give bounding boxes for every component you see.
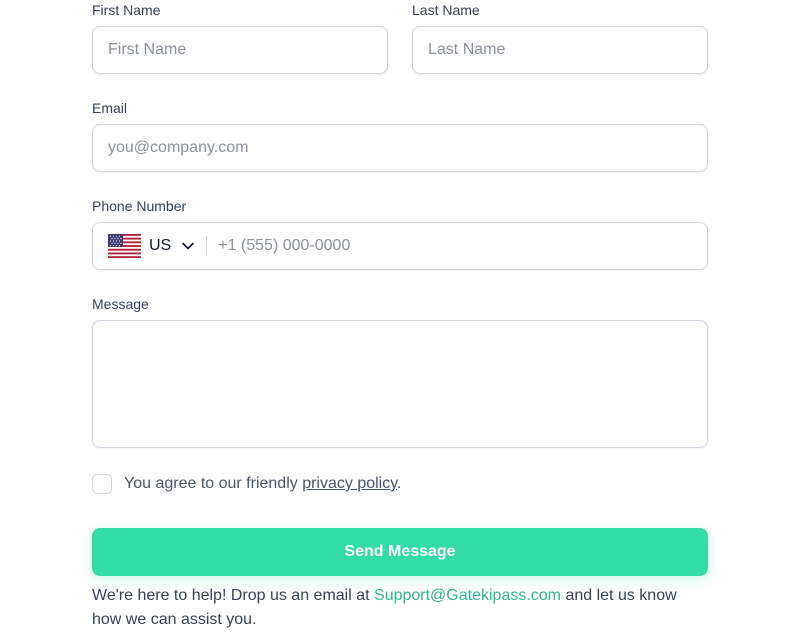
privacy-policy-link[interactable]: privacy policy [302,475,397,492]
email-label: Email [92,100,128,116]
message-label: Message [92,296,149,312]
name-row: First Name Last Name [92,0,708,74]
country-code: US [149,237,172,254]
privacy-agreement: You agree to our friendly privacy policy… [92,474,402,494]
phone-label: Phone Number [92,198,187,214]
phone-group: Phone Number US +1 (555) 000-0000 [92,196,708,270]
contact-form: First Name Last Name Email Phone Number [92,0,708,628]
email-input[interactable] [92,124,708,172]
privacy-checkbox[interactable] [92,474,112,494]
last-name-label: Last Name [412,2,480,18]
email-group: Email [92,98,708,172]
send-message-button[interactable]: Send Message [92,528,708,576]
agreement-text: You agree to our friendly privacy policy… [124,474,402,494]
first-name-input[interactable] [92,26,388,74]
agreement-text-after: . [397,475,402,492]
country-select[interactable]: US [93,223,195,269]
chevron-down-icon [182,242,195,250]
last-name-input[interactable] [412,26,708,74]
message-textarea[interactable] [92,320,708,448]
phone-input[interactable] [207,223,707,269]
message-group: Message [92,294,708,453]
agreement-text-before: You agree to our friendly [124,475,303,492]
phone-field: US [92,222,708,270]
last-name-group: Last Name [412,0,708,74]
us-flag-icon [108,234,141,258]
first-name-group: First Name [92,0,388,74]
help-text-before: We're here to help! Drop us an email at [92,587,375,604]
support-email-link[interactable]: Support@Gatekipass.com [374,587,561,604]
first-name-label: First Name [92,2,161,18]
help-text: We're here to help! Drop us an email at … [92,584,692,632]
